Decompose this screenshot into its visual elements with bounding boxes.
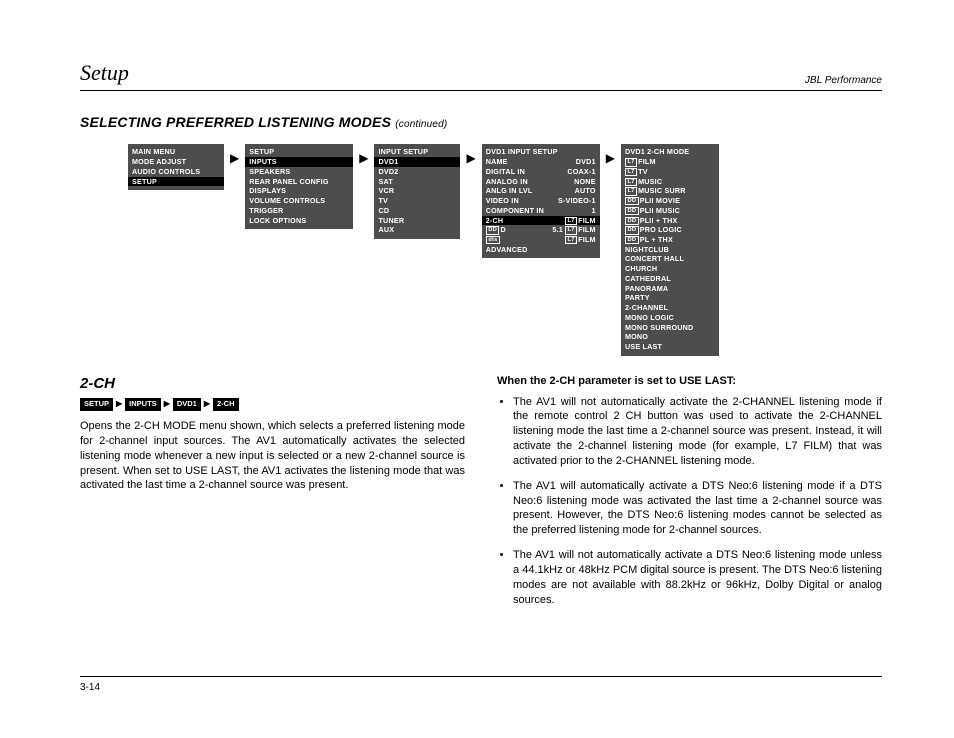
menu-setup: SETUPINPUTSSPEAKERSREAR PANEL CONFIGDISP… <box>245 144 353 230</box>
two-column-body: 2-CH SETUP▶INPUTS▶DVD1▶2-CH Opens the 2-… <box>80 374 882 618</box>
left-column: 2-CH SETUP▶INPUTS▶DVD1▶2-CH Opens the 2-… <box>80 374 465 618</box>
section-title: SELECTING PREFERRED LISTENING MODES (con… <box>80 113 882 132</box>
arrow-icon: ▶ <box>224 144 245 164</box>
right-subhead: When the 2-CH parameter is set to USE LA… <box>497 374 882 389</box>
left-subhead: 2-CH <box>80 374 465 394</box>
breadcrumb: SETUP▶INPUTS▶DVD1▶2-CH <box>80 398 465 411</box>
arrow-icon: ▶ <box>600 144 621 164</box>
right-column: When the 2-CH parameter is set to USE LA… <box>497 374 882 618</box>
right-bullet-list: The AV1 will not automatically activate … <box>497 395 882 608</box>
menu-dvd1-input-setup: DVD1 INPUT SETUPNAMEDVD1DIGITAL INCOAX-1… <box>482 144 600 259</box>
menu-path-row: MAIN MENUMODE ADJUSTAUDIO CONTROLSSETUP … <box>128 144 882 356</box>
crumb-inputs: INPUTS <box>125 398 161 411</box>
arrow-icon: ▶ <box>116 399 122 410</box>
arrow-icon: ▶ <box>353 144 374 164</box>
section-continued: (continued) <box>395 119 447 130</box>
page-header: Setup JBL Performance <box>80 58 882 91</box>
arrow-icon: ▶ <box>460 144 481 164</box>
menu-input-setup: INPUT SETUPDVD1DVD2SATVCRTVCDTUNERAUX <box>374 144 460 239</box>
page-footer: 3-14 <box>80 676 882 695</box>
bullet-item: The AV1 will not automatically activate … <box>513 548 882 607</box>
bullet-item: The AV1 will automatically activate a DT… <box>513 479 882 538</box>
crumb-dvd1: DVD1 <box>173 398 201 411</box>
menu-main: MAIN MENUMODE ADJUSTAUDIO CONTROLSSETUP <box>128 144 224 191</box>
left-paragraph: Opens the 2-CH MODE menu shown, which se… <box>80 419 465 493</box>
menu-dvd1-2ch-mode: DVD1 2-CH MODEL7FILML7TVL7MUSICL7MUSIC S… <box>621 144 719 356</box>
crumb-setup: SETUP <box>80 398 113 411</box>
bullet-item: The AV1 will not automatically activate … <box>513 395 882 469</box>
section-title-text: SELECTING PREFERRED LISTENING MODES <box>80 114 391 130</box>
header-chapter: Setup <box>80 58 129 88</box>
crumb-2-ch: 2-CH <box>213 398 239 411</box>
arrow-icon: ▶ <box>164 399 170 410</box>
arrow-icon: ▶ <box>204 399 210 410</box>
header-brand: JBL Performance <box>805 74 882 88</box>
page-number: 3-14 <box>80 682 100 693</box>
